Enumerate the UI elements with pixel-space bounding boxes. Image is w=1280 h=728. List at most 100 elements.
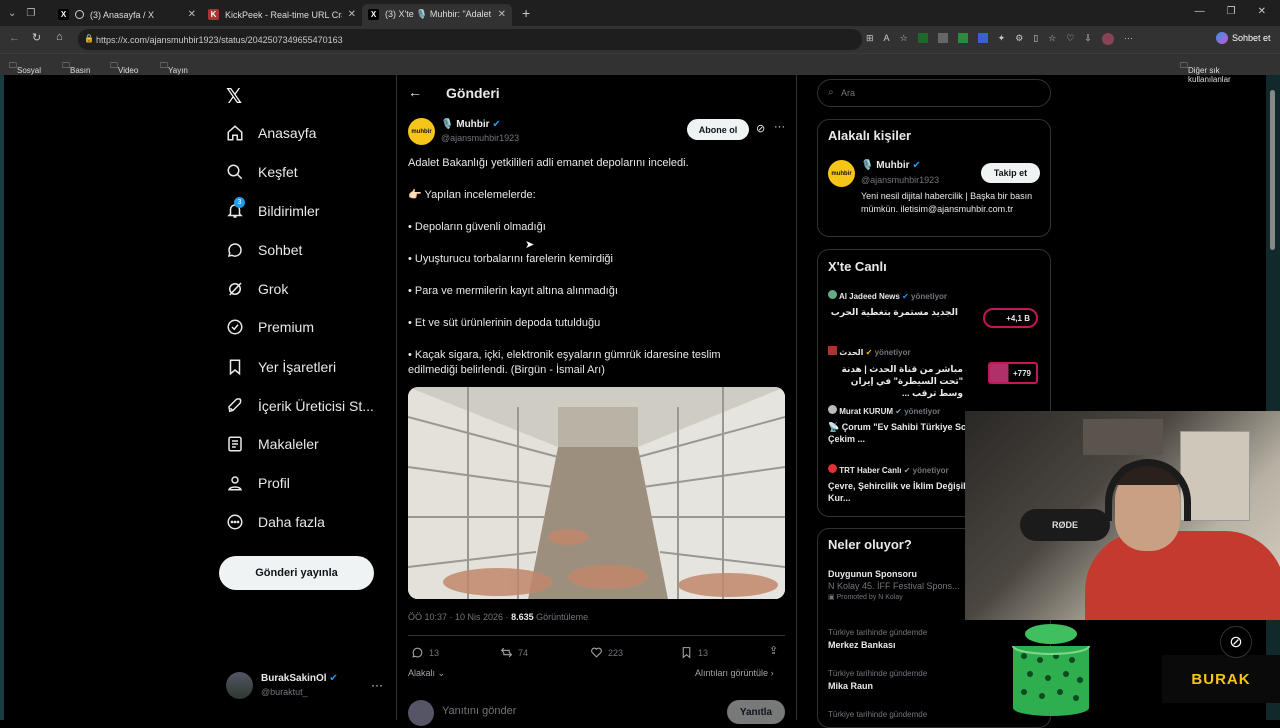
browser-chrome: ⌄ ❐ X (3) Anasayfa / X ✕ K KickPeek - Rea…	[0, 0, 1280, 84]
extension-icon[interactable]	[937, 33, 948, 43]
verified-badge-icon: ✔	[912, 160, 921, 171]
nav-more[interactable]: Daha fazla	[226, 513, 325, 531]
workspaces-icon[interactable]: ❐	[26, 8, 35, 19]
x-logo-icon[interactable]: 𝕏	[226, 84, 242, 109]
tab-bar: ⌄ ❐ X (3) Anasayfa / X ✕ K KickPeek - Rea…	[0, 0, 1280, 26]
cup-graphic	[1012, 624, 1090, 716]
live-item[interactable]: الحدث ✔ yönetiyor مباشر من قناة الحدث | …	[828, 346, 1043, 398]
post-menu-icon[interactable]: ···	[774, 121, 785, 133]
bookmark-icon	[229, 359, 241, 376]
tab-home[interactable]: X (3) Anasayfa / X ✕	[52, 4, 202, 26]
grok-floating-button[interactable]: ⊘	[1220, 626, 1252, 658]
scrollbar-thumb[interactable]	[1270, 90, 1275, 250]
restore-icon[interactable]: ❐	[1227, 6, 1236, 17]
reply-action[interactable]: 13	[411, 646, 439, 659]
url-field[interactable]: 🔒 https://x.com/ajansmuhbir1923/status/2…	[78, 29, 862, 50]
avatar[interactable]: muhbir	[828, 160, 855, 187]
close-window-icon[interactable]: ✕	[1258, 6, 1266, 17]
listener-count-badge: +779	[988, 362, 1038, 384]
author-name[interactable]: 🎙️ Muhbir ✔	[441, 119, 501, 130]
copilot-icon	[1216, 32, 1228, 44]
back-icon[interactable]: ←	[9, 32, 20, 44]
extension-icon[interactable]	[917, 33, 928, 43]
column-divider	[796, 75, 797, 720]
verified-badge-icon: ✔	[895, 407, 902, 416]
home-icon	[227, 125, 243, 141]
extension-icon[interactable]	[977, 33, 988, 43]
new-tab-icon[interactable]: +	[522, 5, 530, 21]
nav-chat[interactable]: Sohbet	[226, 241, 302, 259]
heart-icon	[591, 647, 602, 658]
minimize-icon[interactable]: —	[1195, 6, 1205, 17]
tab-actions-icon[interactable]: ⌄	[8, 8, 16, 19]
copilot-button[interactable]: Sohbet et	[1216, 32, 1271, 44]
favorites-bar-icon[interactable]: ☆	[1048, 33, 1056, 45]
follow-button[interactable]: Takip et	[981, 163, 1040, 183]
other-bookmarks[interactable]: 🗀 Diğer sık kullanılanlar	[1180, 60, 1231, 84]
post-image[interactable]	[408, 387, 785, 599]
post-button[interactable]: Gönderi yayınla	[219, 556, 374, 590]
split-screen-icon[interactable]: ▯	[1033, 33, 1038, 45]
extensions-puzzle-icon[interactable]: ⚙	[1015, 33, 1023, 45]
sort-replies-dropdown[interactable]: Alakalı ⌄	[408, 668, 445, 679]
share-icon[interactable]: ⇪	[769, 644, 778, 657]
favorite-icon[interactable]: ☆	[900, 33, 908, 45]
subscribe-button[interactable]: Abone ol	[687, 119, 749, 140]
related-name[interactable]: 🎙️ Muhbir ✔	[861, 160, 921, 171]
reply-button[interactable]: Yanıtla	[727, 700, 785, 724]
profile-avatar[interactable]	[1101, 33, 1114, 45]
grok-icon	[229, 282, 242, 296]
bookmark-folder-basin[interactable]: 🗀 Basın	[62, 60, 90, 75]
home-browser-icon[interactable]: ⌂	[56, 31, 63, 43]
nav-grok[interactable]: Grok	[226, 280, 288, 298]
author-avatar[interactable]: muhbir	[408, 118, 435, 145]
grok-explain-icon[interactable]: ⊘	[756, 122, 765, 135]
nav-premium[interactable]: Premium	[226, 318, 314, 336]
bookmark-action[interactable]: 13	[680, 646, 708, 659]
reply-input[interactable]: Yanıtını gönder	[442, 705, 516, 717]
close-tab-icon[interactable]: ✕	[498, 9, 506, 20]
collections-icon[interactable]: ♡	[1066, 33, 1074, 45]
nav-articles[interactable]: Makaleler	[226, 435, 319, 453]
author-handle: @ajansmuhbir1923	[441, 133, 520, 143]
nav-notifications[interactable]: 3 Bildirimler	[226, 197, 319, 220]
reload-icon[interactable]: ↻	[32, 31, 41, 44]
more-dots-icon[interactable]: ···	[371, 678, 383, 692]
close-tab-icon[interactable]: ✕	[188, 9, 196, 20]
live-host-avatar	[828, 405, 837, 414]
related-people-card: Alakalı kişiler muhbir 🎙️ Muhbir ✔ @ajan…	[817, 119, 1051, 237]
search-input[interactable]: Ara	[841, 88, 855, 98]
extension-icon[interactable]	[957, 33, 968, 43]
repost-action[interactable]: 74	[500, 646, 528, 659]
nav-profile[interactable]: Profil	[226, 474, 290, 492]
bookmark-folder-sosyal[interactable]: 🗀 Sosyal	[9, 60, 41, 75]
post-line: 👉🏻 Yapılan incelemelerde:	[408, 189, 536, 201]
like-action[interactable]: 223	[590, 646, 623, 659]
bookmark-folder-yayin[interactable]: 🗀 Yayın	[160, 60, 188, 75]
back-arrow-icon[interactable]: ←	[408, 84, 422, 100]
tab-muhbir[interactable]: X (3) X'te 🎙️ Muhbir: "Adalet Bakan... ✕	[362, 3, 512, 26]
read-aloud-icon[interactable]: A	[884, 33, 890, 45]
search-box[interactable]: ⌕ Ara	[817, 79, 1051, 107]
close-tab-icon[interactable]: ✕	[348, 9, 356, 20]
downloads-icon[interactable]: ⇩	[1084, 33, 1092, 45]
live-item[interactable]: Al Jadeed News ✔ yönetiyor الجديد مستمرة…	[828, 290, 1043, 340]
post-line: • Uyuşturucu torbalarını farelerin kemir…	[408, 253, 613, 265]
wall-frames	[1083, 419, 1163, 455]
nav-creator-studio[interactable]: İçerik Üreticisi St...	[226, 397, 374, 415]
nav-bookmarks[interactable]: Yer İşaretleri	[226, 358, 336, 376]
nav-explore[interactable]: Keşfet	[226, 163, 298, 181]
reply-icon	[412, 647, 423, 658]
tab-kickpeek[interactable]: K KickPeek - Real-time URL Crawler ✕	[202, 4, 362, 26]
account-switcher[interactable]: BurakSakinOl ✔ @buraktut_ ···	[226, 672, 386, 700]
x-logo-icon: X	[58, 9, 69, 20]
extension-icon[interactable]: ✦	[998, 33, 1006, 45]
bookmarks-bar: 🗀 Sosyal 🗀 Basın 🗀 Video 🗀 Yayın 🗀 Diğer…	[0, 53, 1280, 84]
streamer-hoodie	[1085, 531, 1280, 620]
nav-home[interactable]: Anasayfa	[226, 124, 316, 142]
window-controls-left[interactable]: ⌄ ❐	[0, 8, 52, 19]
menu-dots-icon[interactable]: ···	[1124, 33, 1133, 45]
app-icon[interactable]: ⊞	[866, 33, 874, 45]
bookmark-folder-video[interactable]: 🗀 Video	[110, 60, 138, 75]
view-quotes-link[interactable]: Alıntıları görüntüle ›	[695, 668, 774, 678]
